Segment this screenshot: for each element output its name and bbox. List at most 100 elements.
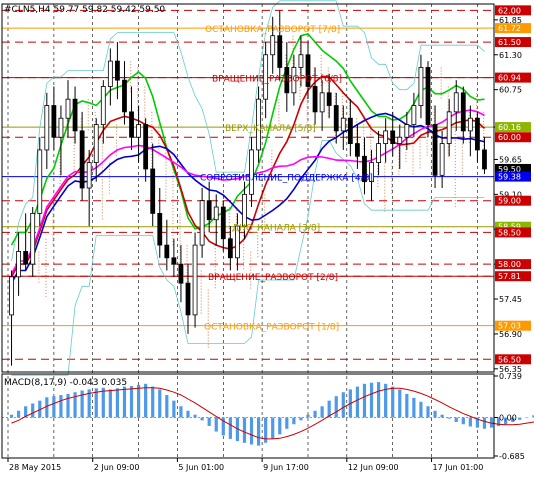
cloud-dot [454,202,456,205]
macd-bar [129,386,134,418]
cloud-dot [355,118,358,120]
macd-bar [278,417,282,435]
candle-body [107,60,113,87]
price-chart[interactable]: ОСТАНОВКА_РАЗВОРОТ [7/8] ВРАЩЕНИЕ_РАЗВОРО… [0,0,534,477]
cloud-dot [228,216,231,218]
cloud-dot [306,118,308,120]
cloud-dot [299,92,301,94]
cloud-dot [461,155,463,157]
cloud-dot [419,140,421,142]
candle-body [220,206,226,240]
cloud-dot [228,219,231,221]
candle-body [418,67,424,106]
cloud-dot [101,200,103,202]
cloud-dot [440,97,442,99]
cloud-dot [264,212,266,214]
cloud-dot [137,67,139,69]
macd-y-tick-label: -0.685 [499,452,525,461]
cloud-dot [271,149,273,152]
candle-body [298,54,304,68]
cloud-dot [454,169,456,172]
cloud-dot [179,213,181,215]
candle-body [199,200,205,246]
macd-bar [369,382,374,418]
cloud-dot [207,313,209,315]
candle-body [397,136,403,144]
cloud-dot [45,277,47,279]
candle-body [270,35,276,56]
cloud-dot [257,241,259,243]
cloud-dot [384,207,386,209]
candle-body [192,244,198,316]
candle-body [326,92,332,106]
cloud-dot [59,179,61,182]
cloud-dot [461,164,463,166]
y-tick-label: 56.90 [499,330,522,339]
cloud-dot [461,146,463,148]
cloud-dot [52,237,54,239]
cloud-dot [278,99,280,101]
cloud-dot [87,120,89,122]
price-badge-label: 61.50 [498,38,521,47]
murrey-level-label: ВРАЩЕНИЕ_РАЗВОРОТ [2/8] [208,273,338,283]
cloud-dot [38,266,40,268]
cloud-dot [214,248,216,250]
macd-bar [179,406,183,418]
cloud-dot [158,142,160,144]
cloud-dot [186,245,188,247]
cloud-dot [200,291,202,293]
cloud-dot [137,94,139,96]
cloud-dot [264,194,266,196]
cloud-dot [440,67,442,69]
cloud-dot [207,301,209,303]
cloud-dot [158,139,160,141]
cloud-dot [257,253,259,255]
cloud-dot [172,201,174,204]
murrey-level-label: ОСТАНОВКА_РАЗВОРОТ [7/8] [205,25,340,35]
cloud-dot [391,168,393,170]
cloud-dot [454,133,456,136]
macd-bar [249,417,254,445]
cloud-dot [419,167,421,169]
cloud-dot [101,179,103,181]
cloud-dot [101,167,103,169]
cloud-dot [101,188,103,190]
cloud-dot [278,108,280,110]
cloud-dot [200,285,202,287]
cloud-dot [370,142,372,144]
cloud-dot [59,182,61,185]
cloud-dot [130,82,132,84]
price-badge-label: 61.72 [498,24,521,33]
y-tick-label: 59.65 [499,155,522,164]
macd-bar [412,397,416,418]
cloud-dot [151,129,153,132]
cloud-dot [377,176,379,179]
price-badge-label: 57.03 [498,322,521,331]
cloud-dot [101,164,103,166]
cloud-dot [214,269,216,271]
macd-bar [419,401,423,418]
cloud-dot [101,146,103,148]
cloud-dot [384,192,386,194]
x-tick-label: 17 Jun 01:00 [433,463,484,472]
cloud-dot [200,273,202,275]
cloud-dot [257,244,259,246]
macd-bar [200,417,204,421]
cloud-dot [370,133,372,135]
cloud-dot [45,280,47,282]
cloud-dot [73,153,75,156]
cloud-dot [482,129,485,132]
cloud-dot [52,219,54,221]
cloud-dot [454,166,456,169]
cloud-dot [412,161,414,163]
cloud-dot [179,222,181,224]
price-badge-label: 62.00 [498,6,521,15]
cloud-dot [475,92,478,95]
cloud-dot [137,82,139,84]
macd-bar [376,382,381,418]
cloud-dot [151,114,153,117]
cloud-dot [271,161,273,164]
cloud-dot [250,266,252,268]
cloud-dot [115,139,118,141]
cloud-dot [257,247,259,249]
